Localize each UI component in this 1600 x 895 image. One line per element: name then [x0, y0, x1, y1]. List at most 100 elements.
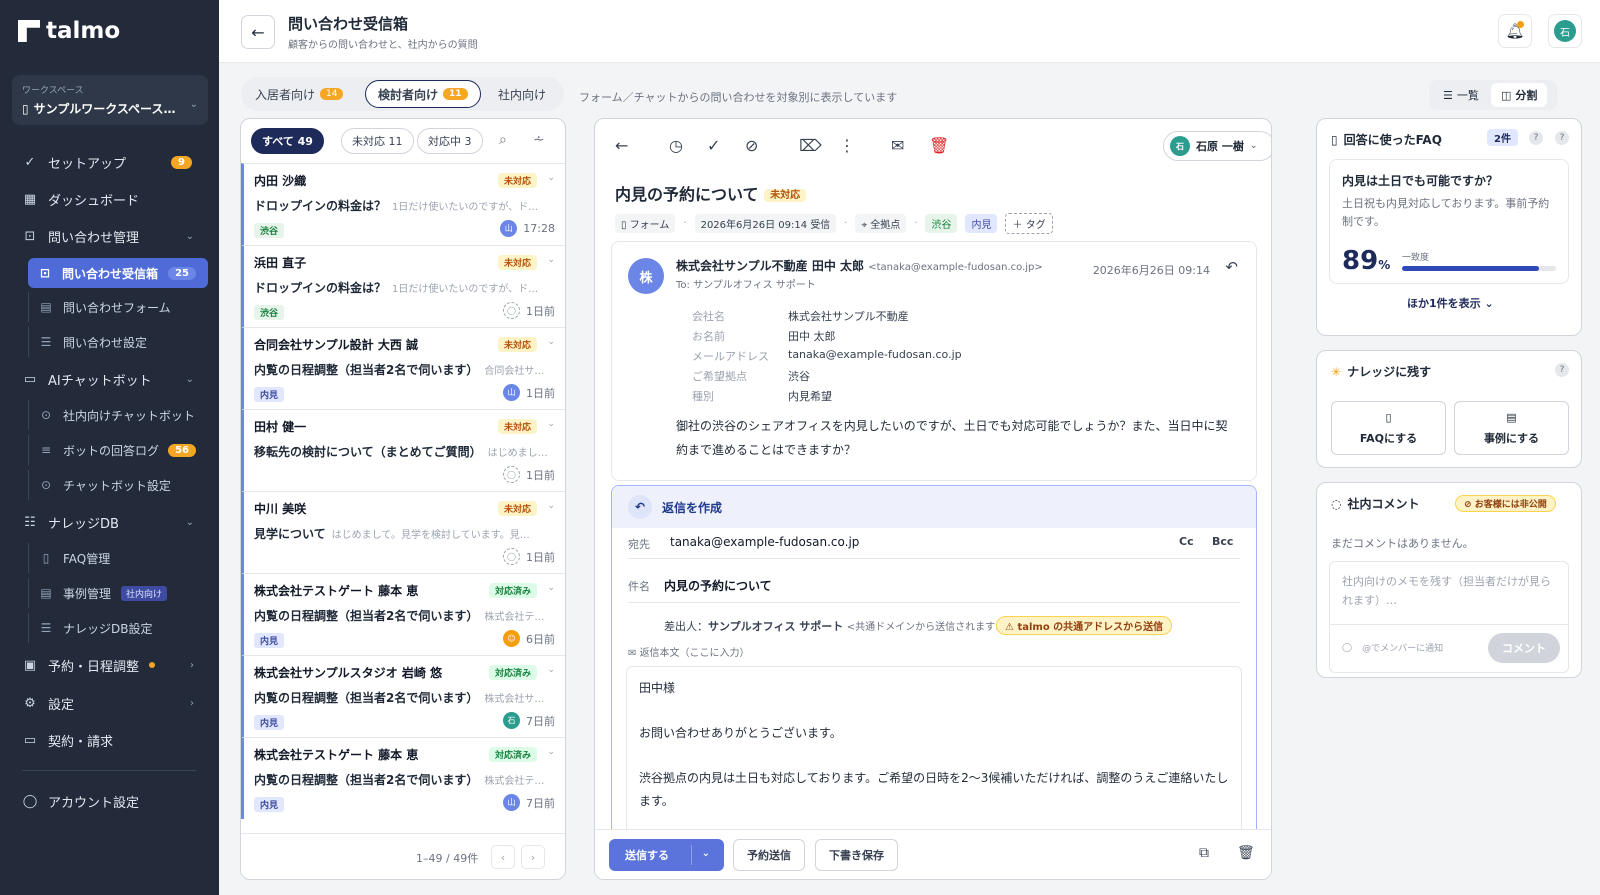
help-icon[interactable]: ? — [1529, 131, 1543, 145]
workspace-label: ワークスペース — [22, 86, 84, 96]
nav-inquiry-inbox[interactable]: ⊡ 問い合わせ受信箱 25 — [28, 258, 208, 288]
save-draft-button[interactable]: 下書き保存 — [815, 839, 898, 871]
nav-inquiry-settings[interactable]: ☰ 問い合わせ設定 — [28, 327, 208, 357]
filter-icon[interactable]: ⩪ — [533, 132, 545, 148]
chevron-down-icon[interactable]: ⌄ — [702, 848, 710, 859]
nav-inquiry-management[interactable]: ⊡ 問い合わせ管理 ⌄ — [12, 221, 208, 251]
chevron-down-icon[interactable]: ⌄ — [547, 255, 555, 265]
assignee-name: 石原 一樹 — [1196, 140, 1244, 153]
list-item[interactable]: 株式会社サンプルスタジオ 岩崎 悠 対応済み ⌄ 内覧の日程調整（担当者2名で伺い… — [241, 655, 565, 737]
sender-note: <共通ドメインから送信されます> — [846, 622, 1004, 633]
preview: 株式会社テ… — [484, 776, 545, 787]
nav-account-settings[interactable]: ◯ アカウント設定 — [12, 786, 208, 816]
view-split-button[interactable]: ◫ 分割 — [1491, 83, 1548, 107]
chevron-down-icon: ⌄ — [185, 373, 194, 385]
help-icon[interactable]: ? — [1555, 363, 1569, 377]
show-more-button[interactable]: ほか1件を表示 ⌄ — [1407, 295, 1494, 311]
bcc-button[interactable]: Bcc — [1212, 535, 1233, 548]
filter-in-progress[interactable]: 対応中 3 — [417, 128, 483, 154]
arrow-left-icon[interactable]: ← — [615, 136, 628, 155]
nav-knowledge-db[interactable]: ☷ ナレッジDB ⌄ — [12, 507, 208, 537]
preview: 1日だけ使いたいのですが、ド… — [392, 284, 539, 295]
list-item[interactable]: 中川 美咲 未対応 ⌄ 見学について はじめまして。見学を検討しています。見… ◯ 1… — [241, 491, 565, 573]
comment-textarea[interactable]: 社内向けのメモを残す（担当者だけが見られます）… — [1342, 572, 1556, 610]
assignee-select[interactable]: 石石原 一樹 ⌄ — [1163, 131, 1271, 161]
nav-inquiry-form[interactable]: ▤ 問い合わせフォーム — [28, 292, 208, 322]
comment-submit-button[interactable]: コメント — [1488, 633, 1560, 663]
tab-residents[interactable]: 入居者向け 14 — [243, 80, 355, 108]
subject-field[interactable]: 内見の予約について — [664, 577, 772, 594]
nav-internal-chatbot[interactable]: ⊙ 社内向けチャットボット — [28, 400, 208, 430]
nav-settings[interactable]: ⚙ 設定 › — [12, 688, 208, 718]
status-badge: 未対応 — [497, 337, 537, 352]
chevron-down-icon[interactable]: ⌄ — [547, 501, 555, 511]
page-title: 問い合わせ受信箱 — [288, 15, 409, 33]
nav-label: セットアップ — [48, 156, 127, 172]
app-logo[interactable]: talmo — [18, 18, 120, 44]
search-icon[interactable]: ⌕ — [499, 132, 507, 148]
nav-reservation[interactable]: ▣ 予約・日程調整 › — [12, 650, 208, 680]
list-item[interactable]: 浜田 直子 未対応 ⌄ ドロップインの料金は？ 1日だけ使いたいのですが、ド… 渋谷… — [241, 245, 565, 327]
to-field[interactable]: tanaka@example-fudosan.co.jp — [670, 535, 859, 549]
reply-icon[interactable]: ↶ — [1225, 258, 1238, 276]
button-label: FAQにする — [1359, 431, 1418, 445]
block-icon[interactable]: ⊘ — [745, 136, 758, 155]
chevron-down-icon: ⌄ — [185, 516, 194, 528]
nav-setup[interactable]: ✓ セットアップ 9 — [12, 147, 208, 177]
view-list-button[interactable]: ☰ 一覧 — [1433, 83, 1489, 107]
chevron-down-icon[interactable]: ⌄ — [547, 173, 555, 183]
nav-faq-management[interactable]: ▯ FAQ管理 — [28, 543, 208, 573]
check-icon[interactable]: ✓ — [707, 136, 720, 155]
nav-label: 予約・日程調整 — [48, 659, 140, 675]
nav-knowledge-settings[interactable]: ☰ ナレッジDB設定 — [28, 613, 208, 643]
send-button[interactable]: 送信する ⌄ — [609, 839, 724, 871]
filter-all[interactable]: すべて 49 — [251, 128, 324, 154]
cc-button[interactable]: Cc — [1179, 535, 1194, 548]
notifications-button[interactable]: 🔔︎ — [1498, 14, 1532, 48]
make-case-button[interactable]: ▤ 事例にする — [1454, 401, 1569, 455]
location-chip: ⌖ 全拠点 — [855, 214, 907, 233]
prev-page-button[interactable]: ‹ — [491, 845, 515, 869]
copy-icon[interactable]: ⧉ — [1199, 845, 1209, 861]
match-score: 89% — [1342, 246, 1390, 276]
chevron-down-icon[interactable]: ⌄ — [547, 419, 555, 429]
list-item[interactable]: 内田 沙織 未対応 ⌄ ドロップインの料金は？ 1日だけ使いたいのですが、ド… 渋谷… — [241, 163, 565, 245]
help-icon[interactable]: ? — [1555, 131, 1569, 145]
list-item[interactable]: 合同会社サンプル設計 大西 誠 未対応 ⌄ 内覧の日程調整（担当者2名で伺います）… — [241, 327, 565, 409]
title-text: ナレッジに残す — [1347, 365, 1432, 379]
nav-label: ナレッジDB — [48, 516, 119, 532]
add-tag-button[interactable]: ＋ タグ — [1005, 213, 1053, 234]
schedule-send-button[interactable]: 予約送信 — [733, 839, 805, 871]
tab-internal[interactable]: 社内向け — [486, 80, 558, 108]
nav-case-management[interactable]: ▤ 事例管理 社内向け — [28, 578, 208, 608]
more-vertical-icon[interactable]: ⋮ — [839, 136, 855, 155]
workspace-switcher[interactable]: ワークスペース ▯ サンプルワークスペース… ⌄ — [12, 75, 208, 125]
tab-prospects[interactable]: 検討者向け 11 — [365, 80, 481, 108]
trash-icon[interactable]: 🗑︎ — [1237, 845, 1255, 861]
make-faq-button[interactable]: ▯ FAQにする — [1331, 401, 1446, 455]
nav-billing[interactable]: ▭ 契約・請求 — [12, 725, 208, 755]
user-menu-button[interactable]: 石 — [1548, 14, 1582, 48]
mail-icon[interactable]: ✉ — [891, 136, 904, 155]
nav-ai-chatbot[interactable]: ▭ AIチャットボット ⌄ — [12, 364, 208, 394]
chevron-down-icon[interactable]: ⌄ — [547, 665, 555, 675]
filter-open[interactable]: 未対応 11 — [341, 128, 414, 154]
chevron-down-icon: ⌄ — [185, 230, 194, 242]
nav-chatbot-settings[interactable]: ⊙ チャットボット設定 — [28, 470, 208, 500]
preview: 株式会社サ… — [484, 694, 545, 705]
chevron-down-icon[interactable]: ⌄ — [547, 747, 555, 757]
trash-icon[interactable]: 🗑︎ — [929, 136, 949, 155]
list-item[interactable]: 株式会社テストゲート 藤本 恵 対応済み ⌄ 内覧の日程調整（担当者2名で伺います… — [241, 573, 565, 655]
nav-dashboard[interactable]: ▦ ダッシュボード — [12, 184, 208, 214]
next-page-button[interactable]: › — [521, 845, 545, 869]
mention-hint[interactable]: ◯ @でメンバーに通知 — [1342, 641, 1443, 655]
chevron-down-icon[interactable]: ⌄ — [547, 583, 555, 593]
list-item[interactable]: 株式会社テストゲート 藤本 恵 対応済み ⌄ 内覧の日程調整（担当者2名で伺います… — [241, 737, 565, 819]
chevron-down-icon[interactable]: ⌄ — [547, 337, 555, 347]
clock-icon[interactable]: ◷ — [669, 136, 683, 155]
faq-card[interactable]: 内見は土日でも可能ですか？ 土日祝も内見対応しております。事前予約制です。 89… — [1329, 159, 1569, 284]
tag-icon[interactable]: ⌦ — [799, 136, 822, 155]
back-button[interactable]: ← — [241, 15, 275, 49]
list-item[interactable]: 田村 健一 未対応 ⌄ 移転先の検討について（まとめてご質問） はじめまし… ◯ 1日… — [241, 409, 565, 491]
nav-bot-log[interactable]: ≡ ボットの回答ログ 56 — [28, 435, 208, 465]
